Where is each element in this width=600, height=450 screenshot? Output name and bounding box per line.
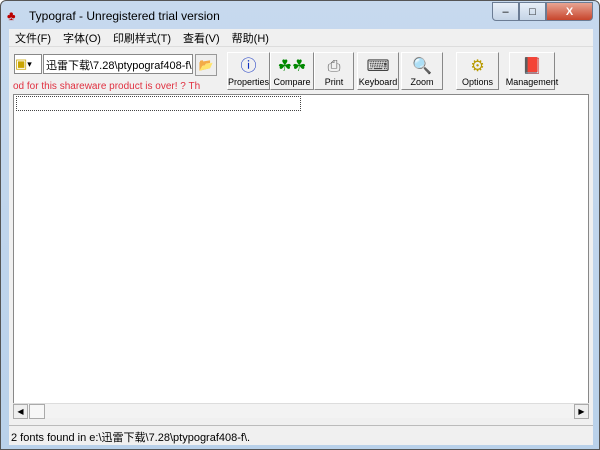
button-label: Zoom [410, 77, 434, 87]
horizontal-scrollbar[interactable]: ◀ ▶ [13, 403, 589, 419]
options-button[interactable]: ⚙ Options [456, 52, 499, 90]
printer-icon: ⎙ [327, 58, 341, 75]
toolbar: ▣ ▾ 迅雷下载\7.28\ptypograf408-f\ 📂 od for th… [9, 48, 593, 94]
trial-message: od for this shareware product is over! ?… [13, 81, 201, 92]
scroll-left-button[interactable]: ◀ [13, 404, 28, 419]
app-icon: ♣ [7, 8, 16, 23]
print-button[interactable]: ⎙ Print [314, 52, 354, 90]
scroll-right-button[interactable]: ▶ [574, 404, 589, 419]
compare-button[interactable]: ☘☘ Compare [270, 52, 314, 90]
info-icon: ⓘ [240, 58, 257, 75]
maximize-button[interactable]: □ [519, 2, 546, 21]
options-icon: ⚙ [470, 58, 485, 75]
keyboard-icon: ⌨ [366, 58, 390, 75]
compare-icon: ☘☘ [277, 58, 307, 75]
path-input[interactable]: 迅雷下载\7.28\ptypograf408-f\ [43, 54, 193, 74]
button-label: Print [324, 77, 344, 87]
folder-icon: ▣ [15, 56, 28, 71]
browse-folder-button[interactable]: 📂 [195, 54, 217, 76]
drive-dropdown[interactable]: ▣ ▾ [14, 54, 42, 74]
button-label: Compare [273, 77, 311, 87]
menu-font[interactable]: 字体(O) [57, 30, 107, 46]
focus-rect [16, 96, 301, 111]
menu-view[interactable]: 查看(V) [177, 30, 226, 46]
properties-button[interactable]: ⓘ Properties [227, 52, 270, 90]
zoom-icon: 🔍 [412, 58, 432, 75]
menu-help[interactable]: 帮助(H) [226, 30, 275, 46]
keyboard-button[interactable]: ⌨ Keyboard [357, 52, 399, 90]
status-bar: 2 fonts found in e:\迅雷下载\7.28\ptypograf4… [9, 425, 593, 445]
font-list[interactable] [13, 94, 589, 417]
management-button[interactable]: 📕 Management [506, 52, 558, 90]
book-icon: 📕 [522, 58, 542, 75]
app-window: ♣ Typograf - Unregistered trial version … [0, 0, 600, 450]
menu-bar: 文件(F) 字体(O) 印刷样式(T) 查看(V) 帮助(H) [9, 29, 593, 47]
button-label: Management [505, 77, 559, 87]
scroll-thumb[interactable] [29, 404, 45, 419]
open-folder-icon: 📂 [198, 58, 214, 72]
menu-print-style[interactable]: 印刷样式(T) [107, 30, 177, 46]
title-bar: ♣ Typograf - Unregistered trial version [7, 5, 220, 27]
menu-file[interactable]: 文件(F) [9, 30, 57, 46]
button-label: Properties [227, 77, 270, 87]
window-title: Typograf - Unregistered trial version [29, 9, 220, 23]
chevron-down-icon: ▾ [27, 58, 32, 69]
button-label: Options [461, 77, 494, 87]
minimize-button[interactable]: – [492, 2, 519, 21]
zoom-button[interactable]: 🔍 Zoom [401, 52, 443, 90]
close-button[interactable]: X [546, 2, 593, 21]
button-label: Keyboard [358, 77, 398, 87]
